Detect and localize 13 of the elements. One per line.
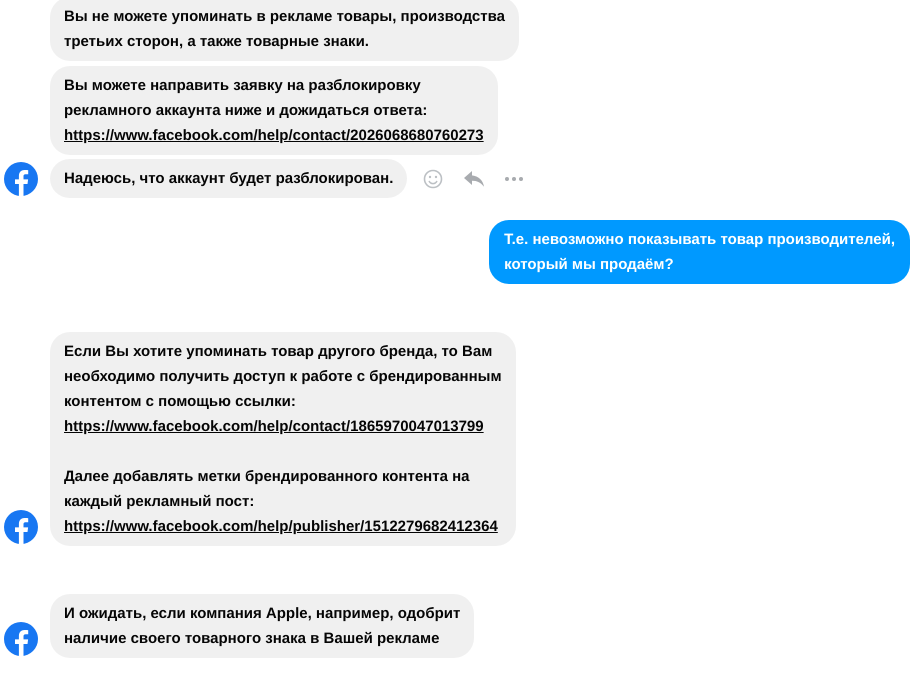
link[interactable]: https://www.facebook.com/help/contact/2026068680760273 bbox=[64, 123, 484, 148]
message-text: Вы можете направить заявку на разблокировку рекламного аккаунта ниже и дожидаться ответа: bbox=[64, 76, 428, 121]
message-text: Т.е. невозможно показывать товар производителей, который мы продаём? bbox=[504, 230, 895, 275]
message-text: Надеюсь, что аккаунт будет разблокирован. bbox=[64, 169, 394, 189]
reply-icon[interactable] bbox=[463, 170, 486, 188]
message-text: Далее добавлять метки брендированного контента на каждый рекламный пост: bbox=[64, 467, 470, 512]
message-text: Вы не можете упоминать в рекламе товары, производства третьих сторон, а также товарные знаки. bbox=[64, 7, 505, 52]
link[interactable]: https://www.facebook.com/help/publisher/1512279682412364 bbox=[64, 514, 502, 539]
message-text: И ожидать, если компания Apple, например, одобрит наличие своего товарного знака в Вашей рекламе bbox=[64, 604, 460, 649]
smiley-icon[interactable] bbox=[423, 168, 444, 188]
message-text: Если Вы хотите упоминать товар другого бренда, то Вам необходимо получить доступ к работе с брендированным контентом с помощью ссылки: bbox=[64, 342, 502, 412]
link[interactable]: https://www.facebook.com/help/contact/1865970047013799 bbox=[64, 414, 502, 439]
more-icon[interactable] bbox=[505, 176, 524, 180]
